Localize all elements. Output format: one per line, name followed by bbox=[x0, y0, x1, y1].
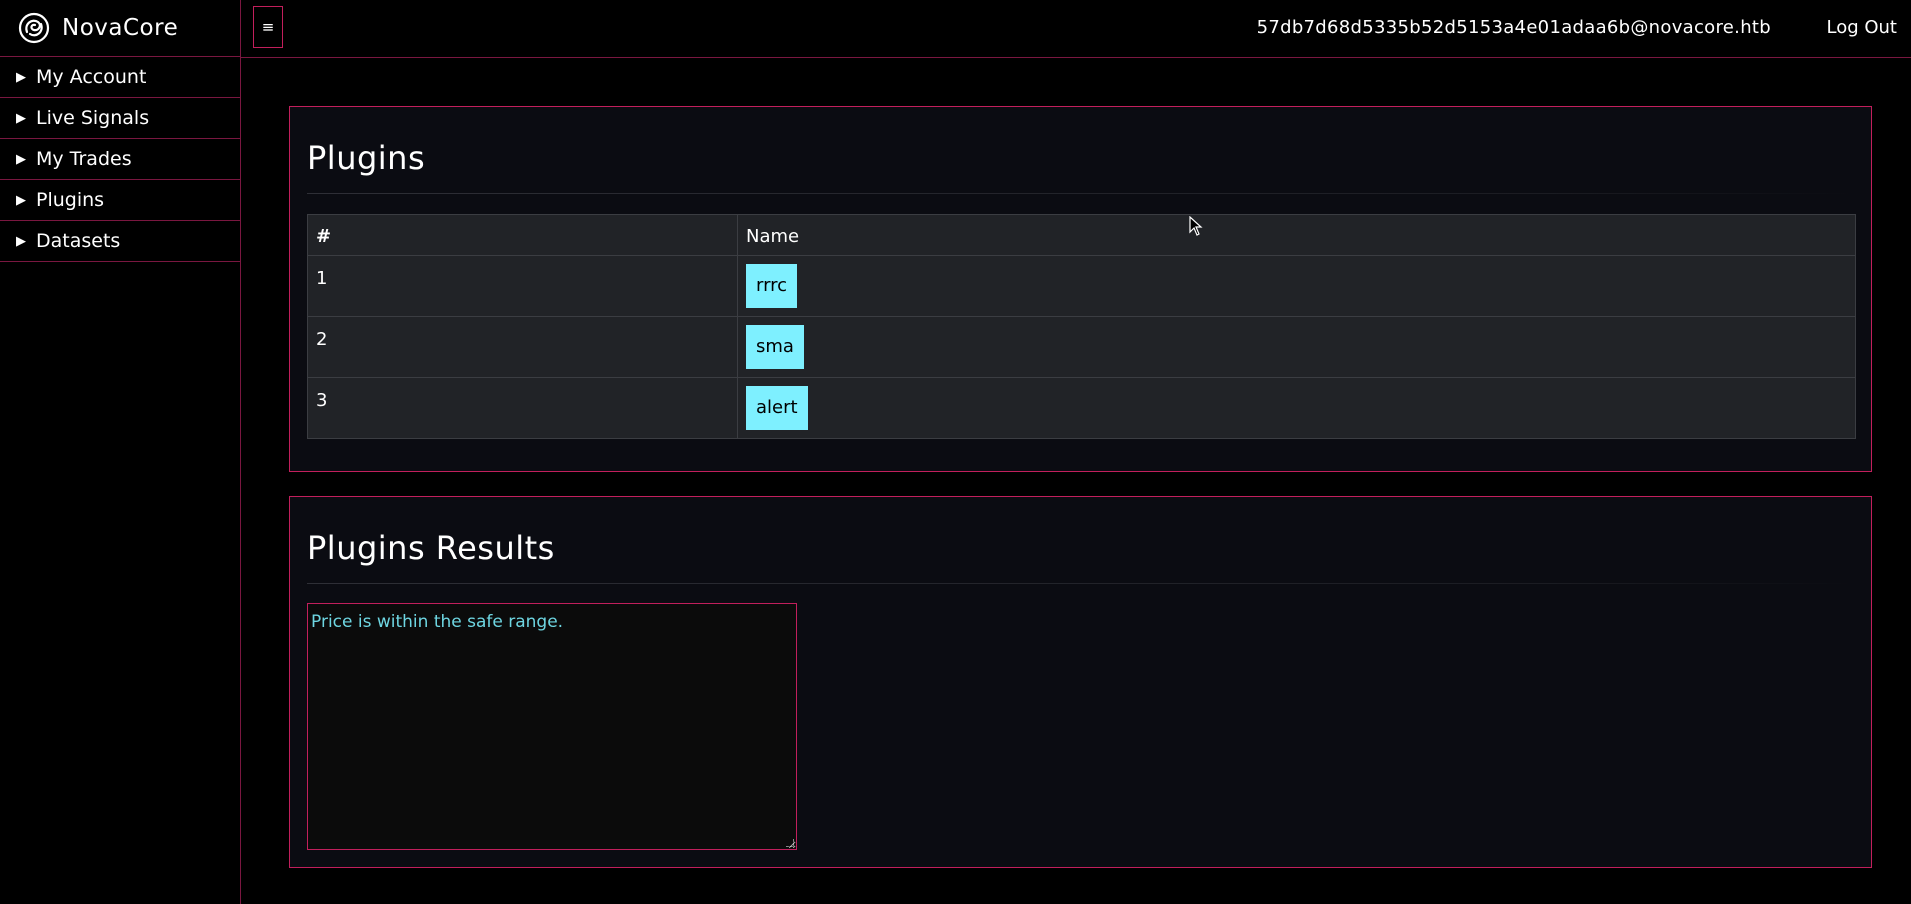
caret-right-icon: ▶ bbox=[16, 192, 26, 208]
sidebar-item-my-trades[interactable]: ▶ My Trades bbox=[0, 139, 240, 180]
table-row: 2 sma bbox=[307, 316, 1856, 378]
menu-toggle-button[interactable]: ≡ bbox=[253, 6, 283, 48]
plugin-name-cell: rrrc bbox=[737, 255, 1856, 317]
plugin-number: 2 bbox=[307, 316, 738, 378]
hamburger-icon: ≡ bbox=[261, 18, 275, 36]
plugins-title: Plugins bbox=[307, 139, 426, 177]
logout-link[interactable]: Log Out bbox=[1826, 17, 1897, 38]
sidebar-item-label: Live Signals bbox=[36, 107, 150, 129]
plugins-panel: Plugins # Name 1 rrrc 2 sma 3 alert bbox=[289, 106, 1872, 472]
sidebar-item-datasets[interactable]: ▶ Datasets bbox=[0, 221, 240, 262]
plugins-results-panel: Plugins Results Price is within the safe… bbox=[289, 496, 1872, 868]
plugin-button-rrrc[interactable]: rrrc bbox=[746, 264, 798, 308]
sidebar-item-label: My Account bbox=[36, 66, 147, 88]
sidebar-item-label: Datasets bbox=[36, 230, 121, 252]
brand-name: NovaCore bbox=[62, 15, 179, 41]
column-header-name: Name bbox=[737, 214, 1856, 256]
swirl-logo-icon bbox=[18, 12, 50, 44]
caret-right-icon: ▶ bbox=[16, 110, 26, 126]
divider bbox=[307, 193, 1854, 194]
plugin-name-cell: alert bbox=[737, 377, 1856, 439]
top-bar: ≡ 57db7d68d5335b52d5153a4e01adaa6b@novac… bbox=[241, 0, 1911, 58]
sidebar-item-live-signals[interactable]: ▶ Live Signals bbox=[0, 98, 240, 139]
divider bbox=[307, 583, 1854, 584]
sidebar-item-label: Plugins bbox=[36, 189, 105, 211]
user-email: 57db7d68d5335b52d5153a4e01adaa6b@novacor… bbox=[1256, 17, 1771, 38]
resize-grip-icon[interactable] bbox=[786, 839, 794, 847]
sidebar-item-plugins[interactable]: ▶ Plugins bbox=[0, 180, 240, 221]
brand[interactable]: NovaCore bbox=[0, 0, 240, 57]
results-title: Plugins Results bbox=[307, 529, 555, 567]
plugin-button-sma[interactable]: sma bbox=[746, 325, 804, 369]
plugin-number: 3 bbox=[307, 377, 738, 439]
caret-right-icon: ▶ bbox=[16, 69, 26, 85]
plugin-number: 1 bbox=[307, 255, 738, 317]
caret-right-icon: ▶ bbox=[16, 151, 26, 167]
results-output-textarea[interactable]: Price is within the safe range. bbox=[307, 603, 797, 850]
plugin-button-alert[interactable]: alert bbox=[746, 386, 808, 430]
sidebar: NovaCore ▶ My Account ▶ Live Signals ▶ M… bbox=[0, 0, 241, 904]
caret-right-icon: ▶ bbox=[16, 233, 26, 249]
plugin-name-cell: sma bbox=[737, 316, 1856, 378]
table-header-row: # Name bbox=[307, 214, 1856, 256]
table-row: 1 rrrc bbox=[307, 255, 1856, 317]
sidebar-item-label: My Trades bbox=[36, 148, 132, 170]
mouse-cursor-icon bbox=[1189, 216, 1203, 236]
results-output-text: Price is within the safe range. bbox=[311, 612, 564, 632]
table-row: 3 alert bbox=[307, 377, 1856, 439]
column-header-number: # bbox=[307, 214, 738, 256]
plugins-table: # Name 1 rrrc 2 sma 3 alert bbox=[307, 214, 1856, 439]
sidebar-item-my-account[interactable]: ▶ My Account bbox=[0, 57, 240, 98]
